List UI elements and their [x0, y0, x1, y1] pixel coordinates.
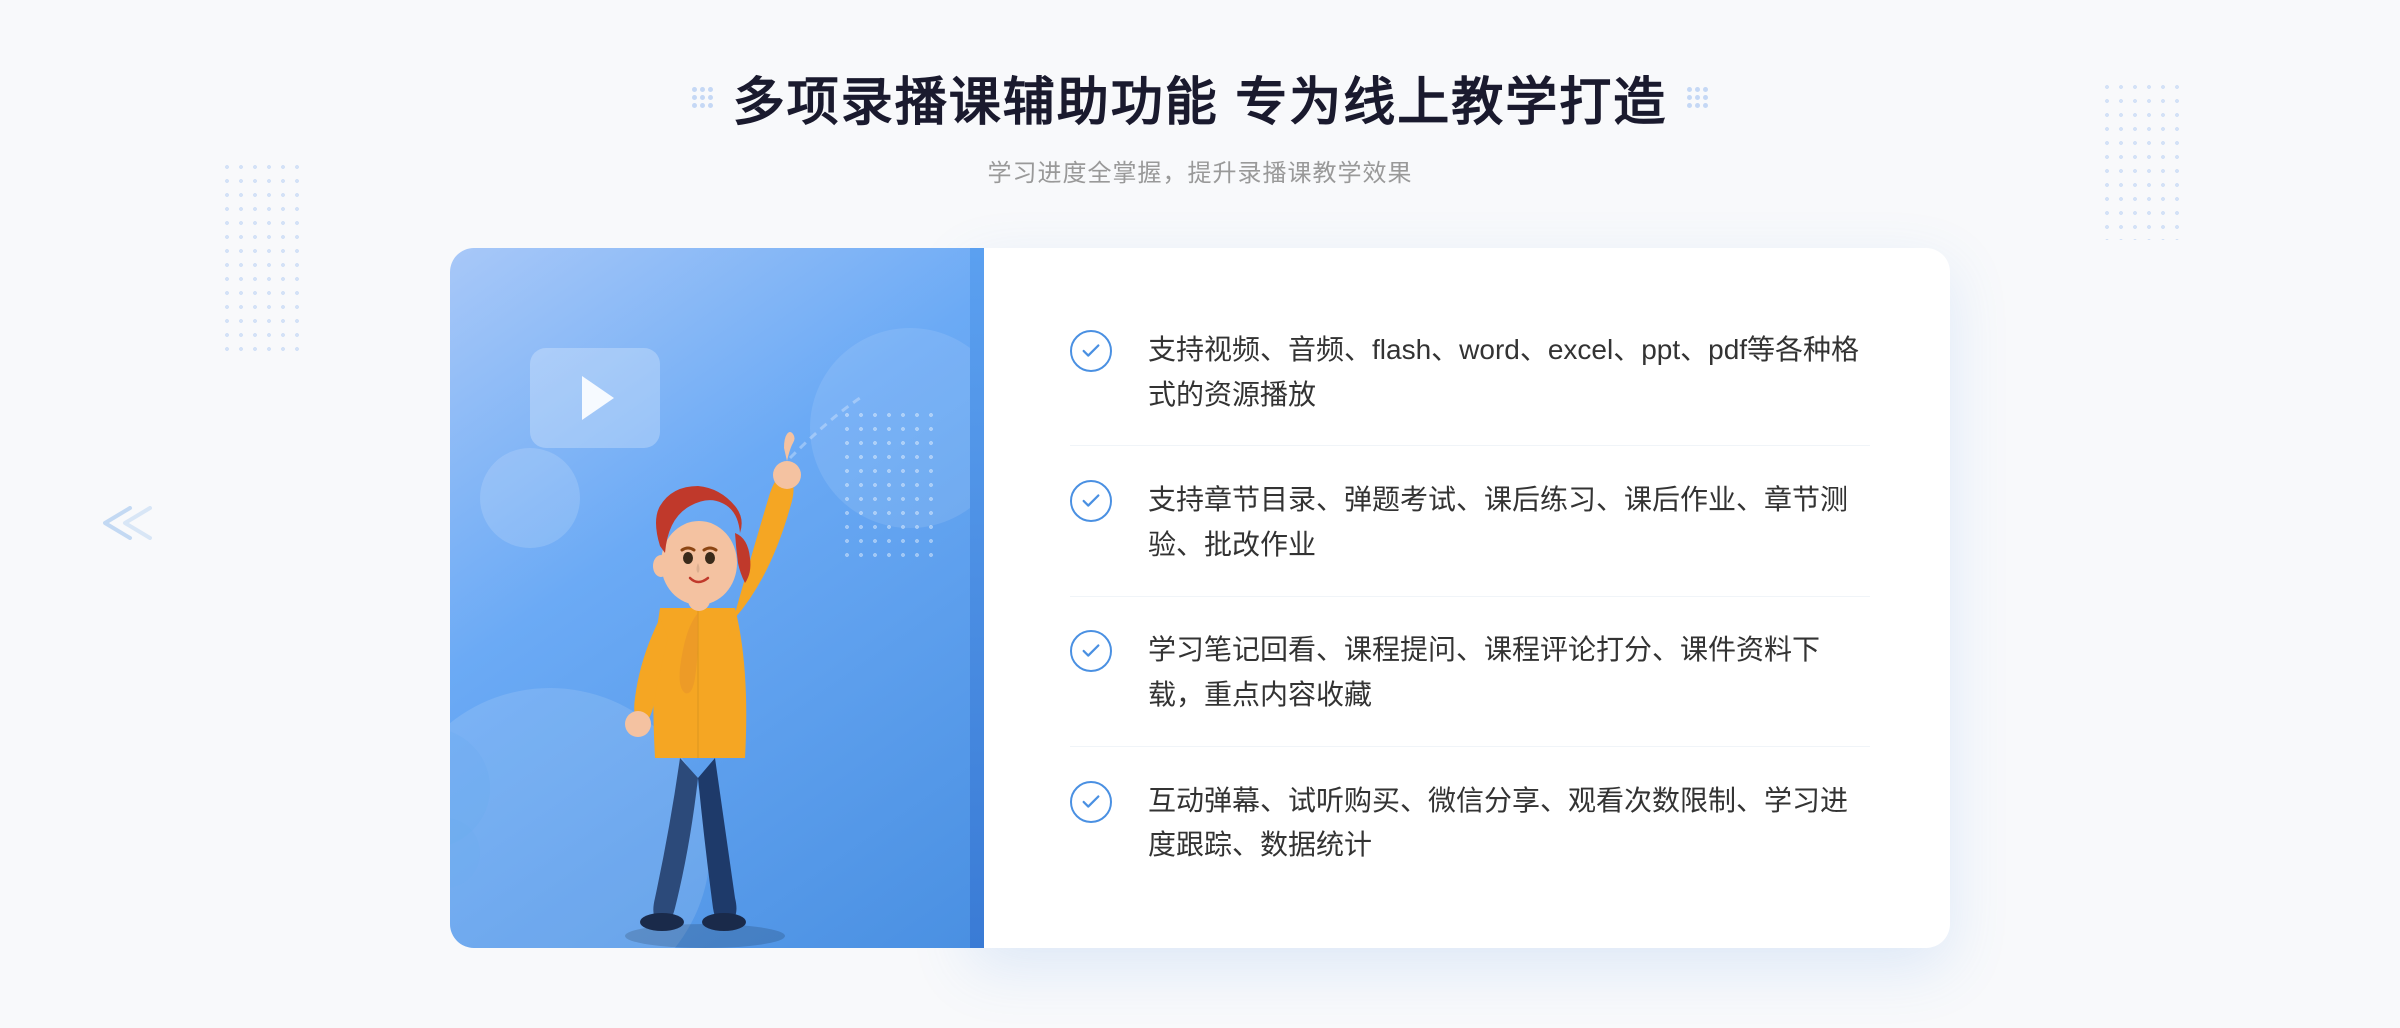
header-section: 多项录播课辅助功能 专为线上教学打造 学习进度全掌握，提升录播课教学效果 [689, 60, 1711, 188]
check-icon-2 [1070, 480, 1112, 522]
main-content: 支持视频、音频、flash、word、excel、ppt、pdf等各种格式的资源… [450, 248, 1950, 948]
blue-bar-decoration [970, 248, 984, 948]
page-subtitle: 学习进度全掌握，提升录播课教学效果 [689, 153, 1711, 188]
arrow-left-decoration [100, 500, 160, 555]
content-panel: 支持视频、音频、flash、word、excel、ppt、pdf等各种格式的资源… [970, 248, 1950, 948]
header-dots-right-icon [1683, 87, 1711, 109]
decorative-dots-left [220, 160, 300, 360]
check-icon-1 [1070, 330, 1112, 372]
check-icon-3 [1070, 630, 1112, 672]
feature-item-3: 学习笔记回看、课程提问、课程评论打分、课件资料下载，重点内容收藏 [1070, 600, 1870, 747]
feature-item-2: 支持章节目录、弹题考试、课后练习、课后作业、章节测验、批改作业 [1070, 450, 1870, 597]
decorative-dots-right [2100, 80, 2180, 240]
feature-item-1: 支持视频、音频、flash、word、excel、ppt、pdf等各种格式的资源… [1070, 300, 1870, 447]
header-dots-left-icon [689, 87, 717, 109]
illustration-panel [450, 248, 970, 948]
feature-text-4: 互动弹幕、试听购买、微信分享、观看次数限制、学习进度跟踪、数据统计 [1148, 779, 1870, 869]
feature-text-3: 学习笔记回看、课程提问、课程评论打分、课件资料下载，重点内容收藏 [1148, 628, 1870, 718]
feature-item-4: 互动弹幕、试听购买、微信分享、观看次数限制、学习进度跟踪、数据统计 [1070, 751, 1870, 897]
feature-text-1: 支持视频、音频、flash、word、excel、ppt、pdf等各种格式的资源… [1148, 328, 1870, 418]
check-icon-4 [1070, 781, 1112, 823]
person-illustration [550, 388, 870, 948]
feature-text-2: 支持章节目录、弹题考试、课后练习、课后作业、章节测验、批改作业 [1148, 478, 1870, 568]
page-container: 多项录播课辅助功能 专为线上教学打造 学习进度全掌握，提升录播课教学效果 [0, 0, 2400, 1028]
page-title: 多项录播课辅助功能 专为线上教学打造 [733, 60, 1667, 135]
